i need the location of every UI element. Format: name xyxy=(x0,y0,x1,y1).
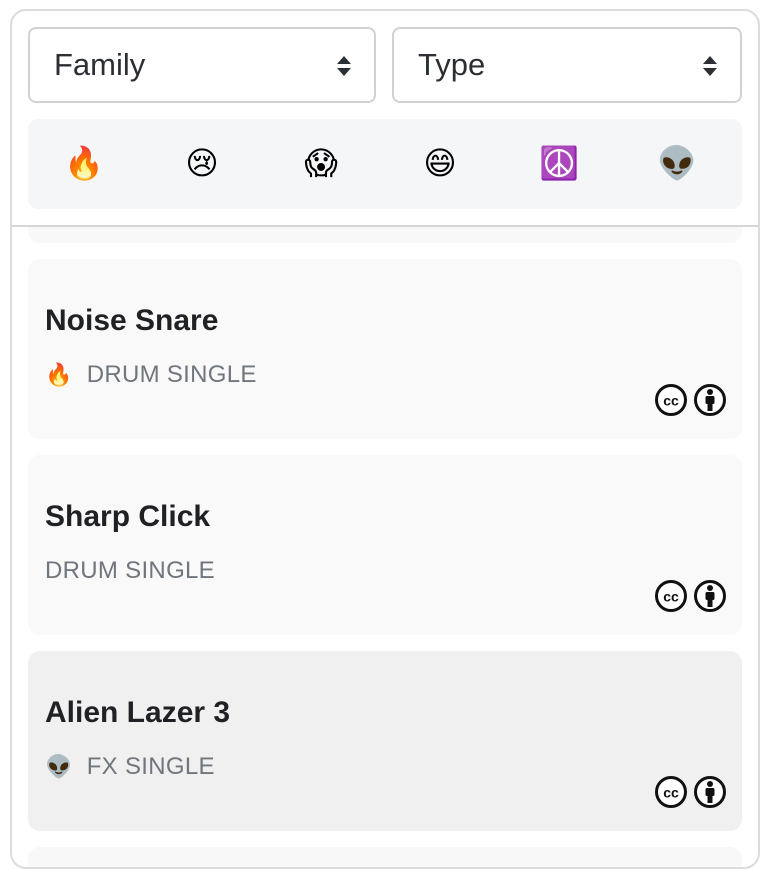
filter-bar: Family Type xyxy=(28,27,742,103)
screaming-face-icon[interactable]: 😱 xyxy=(297,139,345,187)
family-select-label: Family xyxy=(54,47,146,82)
license-badge[interactable]: cc xyxy=(654,579,728,613)
crying-face-icon[interactable]: 😢 xyxy=(178,139,226,187)
cc-icon: cc xyxy=(655,580,687,612)
alien-icon[interactable]: 👽 xyxy=(653,139,701,187)
sound-title: Sharp Click xyxy=(45,500,211,533)
grinning-face-icon[interactable]: 😄 xyxy=(416,139,464,187)
sound-card-selected[interactable]: Alien Lazer 3 👽 FX SINGLE cc xyxy=(28,651,742,831)
sound-title: Noise Snare xyxy=(45,304,219,337)
sound-meta: 👽 FX SINGLE xyxy=(45,751,215,783)
list-item[interactable] xyxy=(28,847,742,867)
type-select[interactable]: Type xyxy=(392,27,742,103)
cc-icon: cc xyxy=(655,384,687,416)
sound-card[interactable]: Sharp Click DRUM SINGLE cc xyxy=(28,455,742,635)
sound-category: DRUM SINGLE xyxy=(86,361,257,388)
sound-card[interactable]: Noise Snare 🔥 DRUM SINGLE cc xyxy=(28,259,742,439)
peace-icon[interactable]: ☮️ xyxy=(535,139,583,187)
sound-meta: DRUM SINGLE xyxy=(45,555,215,587)
sound-category: DRUM SINGLE xyxy=(45,557,215,584)
sound-title: Alien Lazer 3 xyxy=(45,696,231,729)
sound-browser-panel: Family Type 🔥 😢 😱 😄 ☮️ 👽 Noise Snare 🔥 D… xyxy=(10,9,760,869)
svg-text:cc: cc xyxy=(663,785,679,801)
alien-icon: 👽 xyxy=(45,754,73,779)
license-badge[interactable]: cc xyxy=(654,775,728,809)
license-badge[interactable]: cc xyxy=(654,383,728,417)
sound-category: FX SINGLE xyxy=(86,753,215,780)
type-select-label: Type xyxy=(418,47,486,82)
family-select[interactable]: Family xyxy=(28,27,376,103)
mood-filter-bar: 🔥 😢 😱 😄 ☮️ 👽 xyxy=(28,119,742,209)
svg-text:cc: cc xyxy=(663,393,679,409)
fire-icon: 🔥 xyxy=(45,362,73,387)
sound-meta: 🔥 DRUM SINGLE xyxy=(45,359,257,391)
sound-list[interactable]: Noise Snare 🔥 DRUM SINGLE cc Sharp Click… xyxy=(12,227,758,867)
svg-text:cc: cc xyxy=(663,589,679,605)
attribution-icon xyxy=(694,776,726,808)
select-arrows-icon xyxy=(336,55,352,77)
attribution-icon xyxy=(694,580,726,612)
fire-icon[interactable]: 🔥 xyxy=(60,139,108,187)
select-arrows-icon xyxy=(702,55,718,77)
attribution-icon xyxy=(694,384,726,416)
list-item[interactable] xyxy=(28,227,742,243)
cc-icon: cc xyxy=(655,776,687,808)
